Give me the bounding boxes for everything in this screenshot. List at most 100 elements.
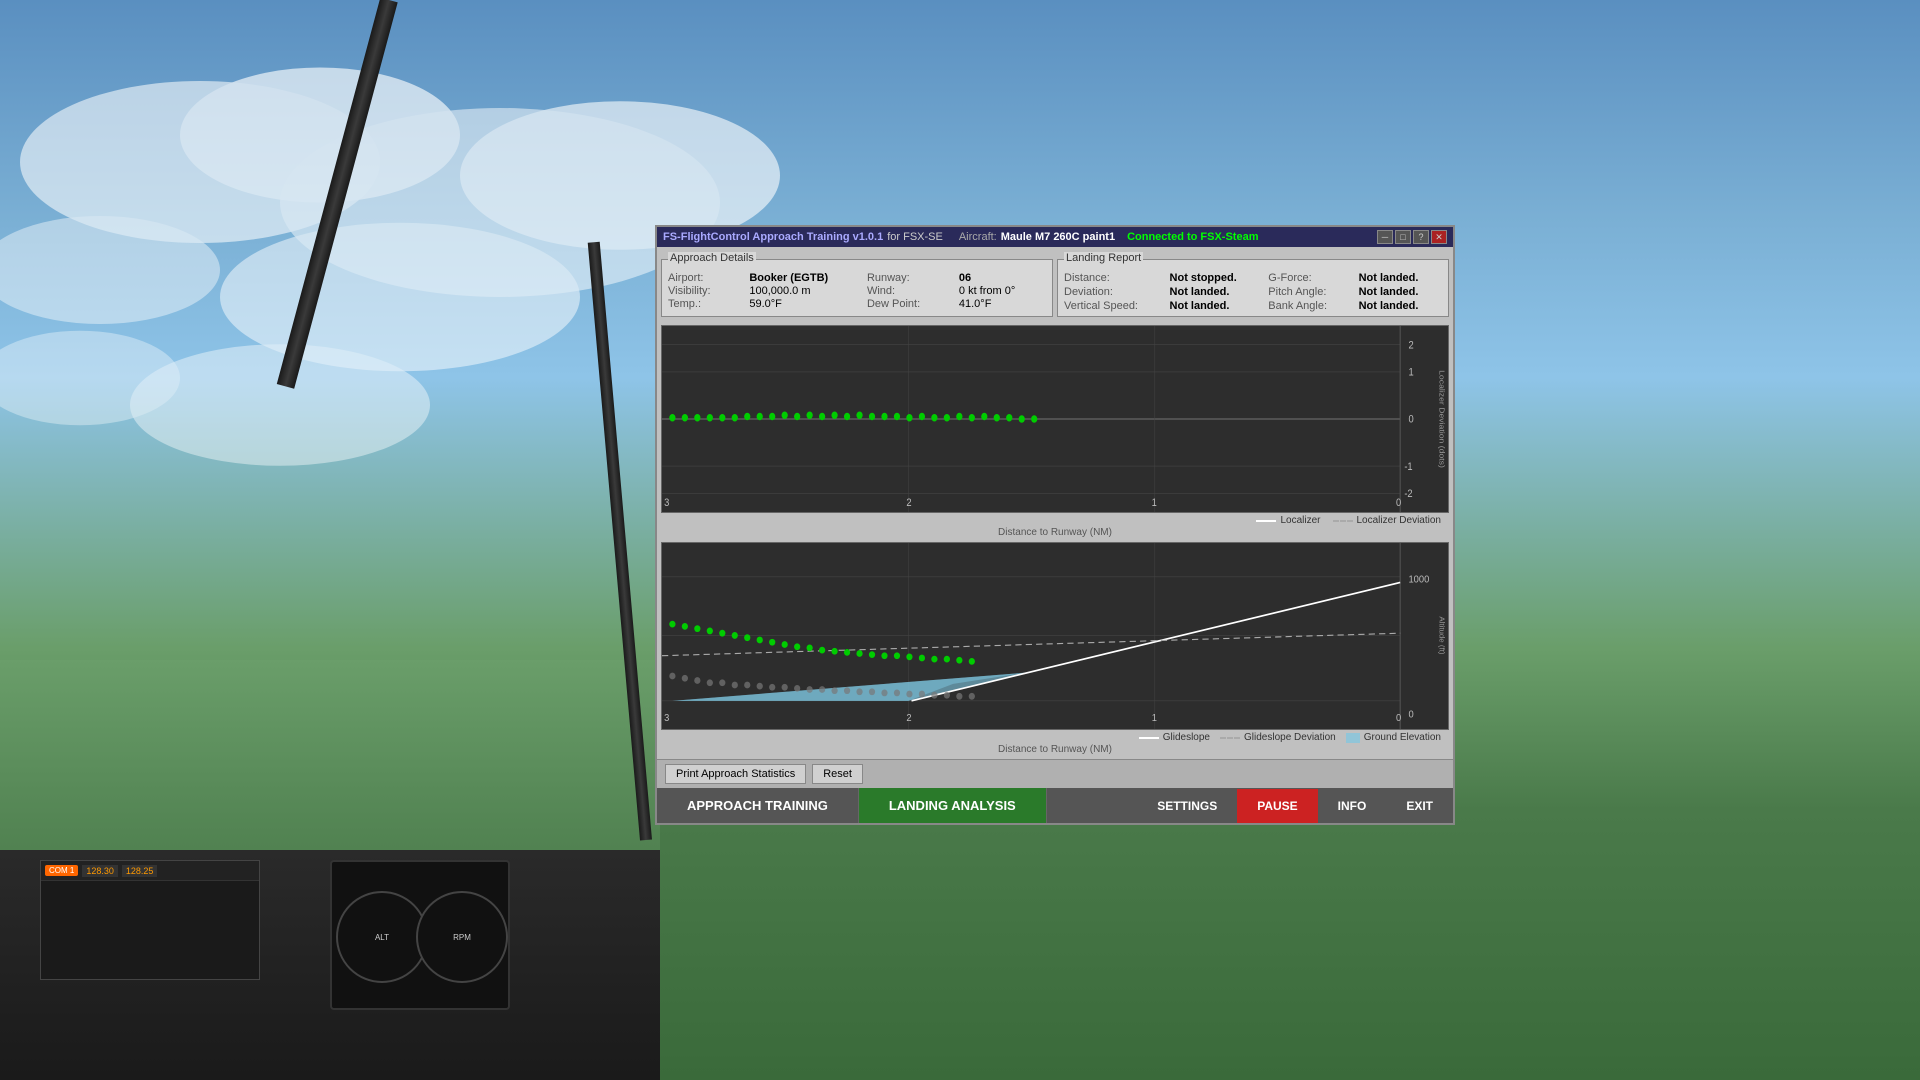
runway-value: 06: [959, 272, 1046, 284]
landing-analysis-tab[interactable]: LANDING ANALYSIS: [859, 788, 1047, 823]
svg-text:3: 3: [664, 713, 669, 724]
dew-point-value: 41.0°F: [959, 298, 1046, 310]
temp-label: Temp.:: [668, 298, 741, 310]
landing-report-title: Landing Report: [1064, 252, 1143, 264]
pitch-angle-value: Not landed.: [1359, 286, 1442, 298]
title-bar: FS-FlightControl Approach Training v1.0.…: [657, 227, 1453, 247]
com1-freq: 128.30: [82, 865, 118, 877]
top-section: Approach Details Airport: Booker (EGTB) …: [657, 247, 1453, 321]
help-button[interactable]: ?: [1413, 230, 1429, 244]
runway-label: Runway:: [867, 272, 951, 284]
glideslope-x-axis-label: Distance to Runway (NM): [661, 744, 1449, 755]
airport-label: Airport:: [668, 272, 741, 284]
glideslope-label: Glideslope: [1163, 732, 1210, 743]
glideslope-legend: Glideslope Glideslope Deviation Ground E…: [661, 730, 1449, 743]
localizer-x-label-text: Distance to Runway (NM): [998, 527, 1112, 538]
visibility-label: Visibility:: [668, 285, 741, 297]
airport-value: Booker (EGTB): [749, 272, 859, 284]
radio-stack: COM 1 128.30 128.25: [40, 860, 260, 980]
localizer-chart: 2 1 0 -1 -2 Localizer Deviation (dots) 3…: [661, 325, 1449, 513]
charts-area: 2 1 0 -1 -2 Localizer Deviation (dots) 3…: [657, 321, 1453, 759]
g-force-label: G-Force:: [1268, 272, 1350, 284]
distance-label: Distance:: [1064, 272, 1162, 284]
svg-text:Altitude (ft): Altitude (ft): [1438, 616, 1447, 655]
svg-text:0: 0: [1408, 414, 1413, 426]
svg-text:1: 1: [1152, 497, 1157, 509]
connection-status: Connected to FSX-Steam: [1127, 231, 1258, 243]
svg-text:-2: -2: [1404, 488, 1413, 500]
temp-value: 59.0°F: [749, 298, 859, 310]
glideslope-chart-section: 1000 0 Altitude (ft) 3 2 1 0: [661, 542, 1449, 755]
title-bar-left: FS-FlightControl Approach Training v1.0.…: [663, 231, 1258, 243]
close-button[interactable]: ✕: [1431, 230, 1447, 244]
minimize-button[interactable]: ─: [1377, 230, 1393, 244]
svg-text:1: 1: [1408, 367, 1413, 379]
nav-left-group: APPROACH TRAINING LANDING ANALYSIS: [657, 788, 1137, 823]
nav-right-group: SETTINGS PAUSE INFO EXIT: [1137, 789, 1453, 823]
svg-text:0: 0: [1396, 497, 1401, 509]
svg-text:0: 0: [1408, 709, 1414, 720]
svg-text:2: 2: [906, 713, 911, 724]
localizer-label: Localizer: [1280, 515, 1320, 526]
glideslope-svg: 1000 0 Altitude (ft) 3 2 1 0: [662, 543, 1448, 729]
glideslope-deviation-legend-item: Glideslope Deviation: [1220, 732, 1336, 743]
approach-training-tab[interactable]: APPROACH TRAINING: [657, 788, 859, 823]
reset-button[interactable]: Reset: [812, 764, 863, 784]
visibility-value: 100,000.0 m: [749, 285, 859, 297]
ground-elevation-label: Ground Elevation: [1364, 732, 1441, 743]
localizer-x-axis-label: Distance to Runway (NM): [661, 527, 1449, 538]
glideslope-deviation-line-sample: [1220, 737, 1240, 739]
localizer-legend-item: Localizer: [1256, 515, 1320, 526]
localizer-deviation-legend-item: Localizer Deviation: [1333, 515, 1442, 526]
instrument-panel: COM 1 128.30 128.25 ALT RPM: [0, 850, 660, 1080]
radio-row-1: COM 1 128.30 128.25: [41, 861, 259, 881]
bank-angle-label: Bank Angle:: [1268, 300, 1350, 312]
g-force-value: Not landed.: [1359, 272, 1442, 284]
approach-details-grid: Airport: Booker (EGTB) Runway: 06 Visibi…: [668, 272, 1046, 310]
settings-button[interactable]: SETTINGS: [1137, 789, 1237, 823]
info-button[interactable]: INFO: [1318, 789, 1387, 823]
svg-text:RPM: RPM: [453, 933, 471, 942]
main-panel: FS-FlightControl Approach Training v1.0.…: [655, 225, 1455, 825]
svg-text:-1: -1: [1404, 461, 1413, 473]
com1-stby: 128.25: [122, 865, 158, 877]
svg-text:1: 1: [1152, 713, 1157, 724]
com1-label: COM 1: [45, 865, 78, 876]
svg-text:3: 3: [664, 497, 669, 509]
glideslope-legend-item: Glideslope: [1139, 732, 1210, 743]
glideslope-deviation-label: Glideslope Deviation: [1244, 732, 1336, 743]
pitch-angle-label: Pitch Angle:: [1268, 286, 1350, 298]
print-statistics-button[interactable]: Print Approach Statistics: [665, 764, 806, 784]
aircraft-name: Maule M7 260C paint1: [1001, 231, 1115, 243]
aircraft-label: Aircraft:: [959, 231, 997, 243]
landing-report-panel: Landing Report Distance: Not stopped. G-…: [1057, 259, 1449, 317]
for-text: for FSX-SE: [887, 231, 943, 243]
deviation-label: Deviation:: [1064, 286, 1162, 298]
bottom-toolbar: Print Approach Statistics Reset: [657, 759, 1453, 788]
gauge-svg: ALT RPM: [332, 862, 512, 1012]
localizer-chart-section: 2 1 0 -1 -2 Localizer Deviation (dots) 3…: [661, 325, 1449, 538]
svg-text:1000: 1000: [1408, 574, 1429, 585]
app-title: FS-FlightControl Approach Training v1.0.…: [663, 231, 883, 243]
glideslope-x-label-text: Distance to Runway (NM): [998, 744, 1112, 755]
distance-value: Not stopped.: [1170, 272, 1261, 284]
approach-details-title: Approach Details: [668, 252, 756, 264]
localizer-svg: 2 1 0 -1 -2 Localizer Deviation (dots) 3…: [662, 326, 1448, 512]
approach-details-panel: Approach Details Airport: Booker (EGTB) …: [661, 259, 1053, 317]
wind-label: Wind:: [867, 285, 951, 297]
svg-text:2: 2: [906, 497, 911, 509]
title-bar-buttons: ─ □ ? ✕: [1377, 230, 1447, 244]
svg-text:0: 0: [1396, 713, 1402, 724]
glideslope-chart: 1000 0 Altitude (ft) 3 2 1 0: [661, 542, 1449, 730]
gauge-cluster: ALT RPM: [330, 860, 510, 1010]
pause-button[interactable]: PAUSE: [1237, 789, 1317, 823]
svg-text:ALT: ALT: [375, 933, 389, 942]
ground-elevation-fill-sample: [1346, 733, 1360, 743]
restore-button[interactable]: □: [1395, 230, 1411, 244]
bottom-nav: APPROACH TRAINING LANDING ANALYSIS SETTI…: [657, 788, 1453, 823]
glideslope-line-sample: [1139, 737, 1159, 739]
localizer-legend: Localizer Localizer Deviation: [661, 513, 1449, 526]
content-area: Approach Details Airport: Booker (EGTB) …: [657, 247, 1453, 823]
localizer-line-sample: [1256, 520, 1276, 522]
exit-button[interactable]: EXIT: [1386, 789, 1453, 823]
